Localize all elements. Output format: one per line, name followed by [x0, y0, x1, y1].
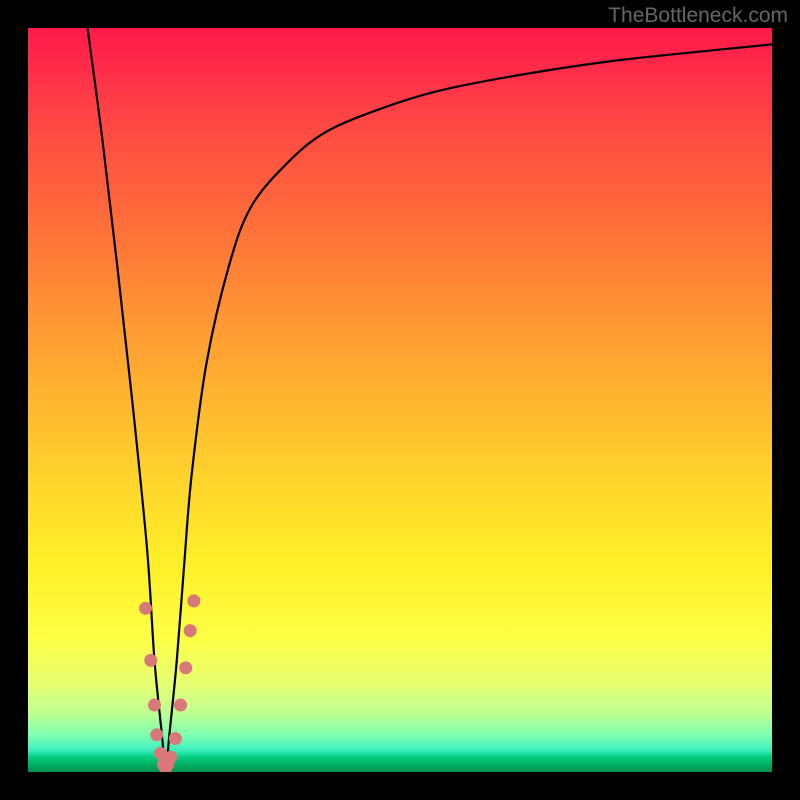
data-marker [150, 728, 163, 741]
data-marker [139, 602, 152, 615]
bottleneck-curve [88, 28, 772, 772]
watermark-label: TheBottleneck.com [608, 4, 788, 28]
data-marker [174, 699, 187, 712]
curve-layer [28, 28, 772, 772]
data-marker [187, 594, 200, 607]
data-marker [144, 654, 157, 667]
data-marker [148, 699, 161, 712]
data-marker [169, 732, 182, 745]
scatter-markers [139, 594, 200, 772]
data-marker [184, 624, 197, 637]
data-marker [179, 661, 192, 674]
data-marker [164, 751, 177, 764]
plot-area [28, 28, 772, 772]
